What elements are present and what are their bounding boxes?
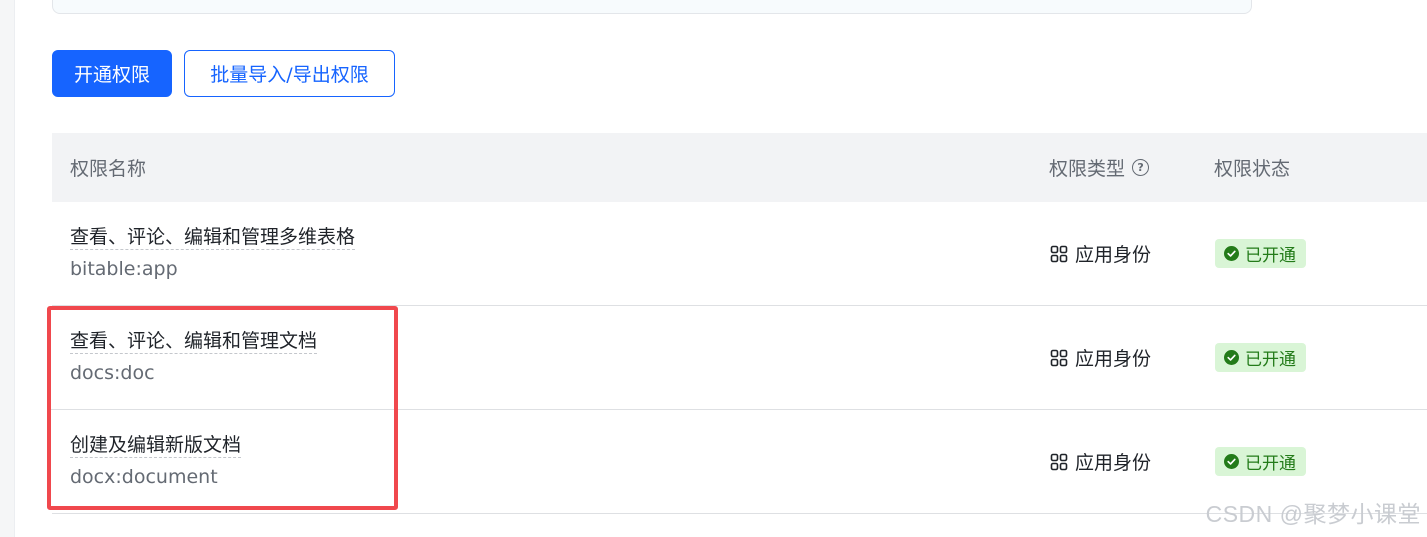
permission-name-cell: 查看、评论、编辑和管理多维表格 bitable:app [70, 226, 356, 281]
table-header: 权限名称 权限类型 ? 权限状态 [52, 133, 1427, 202]
enable-permission-button[interactable]: 开通权限 [52, 50, 172, 97]
check-circle-icon [1224, 350, 1239, 365]
permission-type-label: 应用身份 [1075, 348, 1152, 370]
permission-type-label: 应用身份 [1075, 452, 1152, 474]
status-label: 已开通 [1245, 350, 1296, 370]
header-permission-name: 权限名称 [70, 133, 146, 202]
grid-icon [1050, 453, 1068, 470]
header-permission-type: 权限类型 ? [1049, 133, 1150, 202]
status-label: 已开通 [1245, 454, 1296, 474]
permission-code: bitable:app [70, 258, 178, 280]
permission-name-cell: 创建及编辑新版文档 docx:document [70, 434, 242, 489]
permission-name-cell: 查看、评论、编辑和管理文档 docs:doc [70, 330, 318, 385]
status-badge: 已开通 [1215, 343, 1306, 372]
status-badge: 已开通 [1215, 447, 1306, 476]
permission-title[interactable]: 查看、评论、编辑和管理多维表格 [70, 226, 356, 250]
permission-type-cell: 应用身份 [1050, 202, 1151, 305]
permission-type-label: 应用身份 [1075, 244, 1152, 266]
permission-title[interactable]: 创建及编辑新版文档 [70, 434, 242, 458]
permission-title[interactable]: 查看、评论、编辑和管理文档 [70, 330, 318, 354]
status-badge: 已开通 [1215, 239, 1306, 268]
top-info-panel [52, 0, 1252, 14]
permission-type-cell: 应用身份 [1050, 410, 1151, 513]
permission-status-cell: 已开通 [1215, 306, 1306, 409]
question-circle-icon[interactable]: ? [1132, 159, 1150, 176]
permission-code: docx:document [70, 466, 218, 488]
permission-type-cell: 应用身份 [1050, 306, 1151, 409]
check-circle-icon [1224, 454, 1239, 469]
permission-code: docs:doc [70, 362, 155, 384]
header-permission-status: 权限状态 [1214, 133, 1290, 202]
grid-icon [1050, 245, 1068, 262]
table-row: 查看、评论、编辑和管理文档 docs:doc 应用身份 已开通 [52, 306, 1427, 410]
watermark: CSDN @聚梦小课堂 [1205, 501, 1421, 527]
status-label: 已开通 [1245, 246, 1296, 266]
left-sidebar-edge [0, 0, 15, 537]
permissions-page: 开通权限 批量导入/导出权限 权限名称 权限类型 ? 权限状态 查看、评论、编辑… [0, 0, 1427, 537]
table-row: 查看、评论、编辑和管理多维表格 bitable:app 应用身份 已开通 [52, 202, 1427, 306]
grid-icon [1050, 349, 1068, 366]
header-permission-name-label: 权限名称 [70, 158, 147, 180]
header-permission-status-label: 权限状态 [1214, 158, 1291, 180]
permissions-table: 权限名称 权限类型 ? 权限状态 查看、评论、编辑和管理多维表格 bitable… [52, 133, 1427, 514]
batch-import-export-button[interactable]: 批量导入/导出权限 [184, 50, 395, 97]
permission-status-cell: 已开通 [1215, 202, 1306, 305]
header-permission-type-label: 权限类型 [1049, 158, 1126, 180]
check-circle-icon [1224, 246, 1239, 261]
